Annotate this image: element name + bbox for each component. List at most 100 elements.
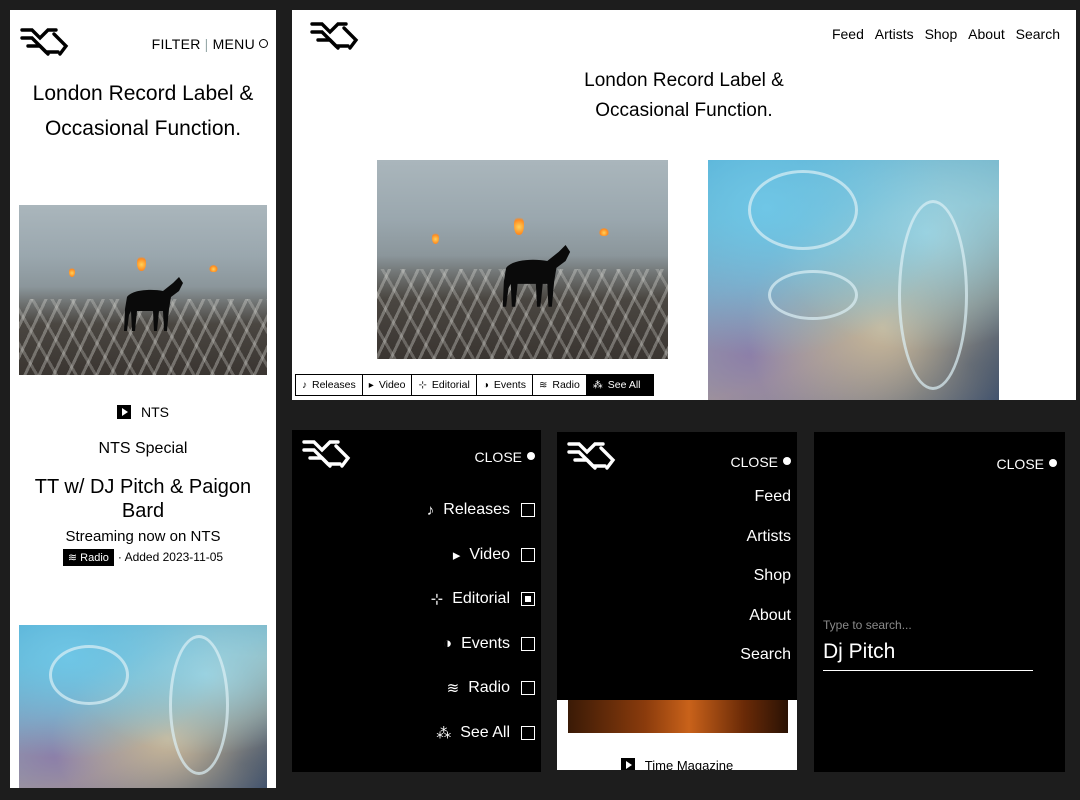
dot-icon xyxy=(783,457,791,465)
filter-label: Editorial xyxy=(452,590,510,608)
filter-see-all[interactable]: ⁂ See All xyxy=(427,711,535,756)
fire-detail xyxy=(599,228,609,236)
image-detail xyxy=(898,200,968,390)
menu-item-artists[interactable]: Artists xyxy=(740,528,791,568)
filter-button[interactable]: FILTER xyxy=(152,36,201,52)
fire-detail xyxy=(69,267,75,277)
search-placeholder-label: Type to search... xyxy=(823,618,912,632)
mobile-home-screen: FILTER | MENU London Record Label & Occasi… xyxy=(10,10,276,788)
filter-events[interactable]: ◑ Events xyxy=(427,622,535,667)
sparkle-icon: ⊹ xyxy=(430,591,444,609)
close-button[interactable]: CLOSE xyxy=(475,449,535,465)
close-label: CLOSE xyxy=(474,449,522,465)
filter-list: ♪ Releases ▸ Video ⊹ Editorial ◑ Events ≋ Rad… xyxy=(427,488,535,755)
post-image-horse[interactable] xyxy=(377,160,668,359)
tagline-line-2: Occasional Function. xyxy=(595,100,773,121)
menu-button[interactable]: MENU xyxy=(213,36,255,52)
post-image-horse[interactable] xyxy=(19,205,267,375)
filter-editorial[interactable]: ⊹ Editorial xyxy=(427,577,535,622)
dot-icon xyxy=(527,452,535,460)
fire-detail xyxy=(432,232,439,244)
post-image-painting[interactable] xyxy=(19,625,267,788)
search-form: Type to search... xyxy=(823,618,1033,671)
ring-icon xyxy=(259,39,268,48)
post-source-label: Time Magazine xyxy=(644,758,734,770)
category-video[interactable]: ▸ Video xyxy=(363,375,413,395)
radio-icon: ≋ xyxy=(67,552,78,564)
category-releases[interactable]: ♪ Releases xyxy=(296,375,363,395)
menu-item-feed[interactable]: Feed xyxy=(740,488,791,528)
desktop-home-screen: Feed Artists Shop About Search London Re… xyxy=(292,10,1076,400)
dot-icon xyxy=(1049,459,1057,467)
category-see-all[interactable]: ⁂ See All xyxy=(586,375,653,395)
category-filter-bar: ♪ Releases ▸ Video ⊹ Editorial ◑ Events ≋ Rad… xyxy=(295,374,654,396)
category-events[interactable]: ◑ Events xyxy=(477,375,533,395)
fire-detail xyxy=(514,215,524,235)
filter-label: See All xyxy=(460,723,510,741)
play-icon[interactable] xyxy=(117,405,131,419)
filter-radio[interactable]: ≋ Radio xyxy=(427,666,535,711)
label-logo[interactable] xyxy=(300,436,352,470)
filter-checkbox[interactable] xyxy=(521,681,535,696)
image-detail xyxy=(49,645,129,705)
menu-list: Feed Artists Shop About Search xyxy=(740,488,791,686)
filter-checkbox[interactable] xyxy=(521,725,535,740)
menu-item-shop[interactable]: Shop xyxy=(740,567,791,607)
main-nav: Feed Artists Shop About Search xyxy=(825,26,1060,42)
category-radio[interactable]: ≋ Radio xyxy=(533,375,587,395)
fire-detail xyxy=(209,265,218,272)
post-title[interactable]: TT w/ DJ Pitch & Paigon Bard xyxy=(24,475,262,523)
search-input[interactable] xyxy=(823,640,1033,671)
menu-drawer: CLOSE Feed Artists Shop About Search xyxy=(557,432,797,700)
nav-feed[interactable]: Feed xyxy=(832,26,864,42)
post-source-label: NTS xyxy=(141,404,169,420)
filter-checkbox-checked[interactable] xyxy=(521,592,535,607)
close-label: CLOSE xyxy=(730,454,778,470)
filter-label: Radio xyxy=(468,679,510,697)
radio-tag[interactable]: ≋ Radio xyxy=(62,549,114,566)
fire-detail xyxy=(137,255,146,271)
separator: | xyxy=(204,36,209,52)
category-label: Radio xyxy=(552,379,580,391)
filter-releases[interactable]: ♪ Releases xyxy=(427,488,535,533)
filter-checkbox[interactable] xyxy=(521,503,535,518)
filter-label: Events xyxy=(461,634,510,652)
half-circle-icon: ◑ xyxy=(443,635,453,653)
nav-about[interactable]: About xyxy=(968,26,1005,42)
background-post-image xyxy=(568,700,788,733)
search-overlay: CLOSE Type to search... xyxy=(814,432,1065,772)
filter-menu-toggle: FILTER | MENU xyxy=(152,36,268,52)
tagline-line-1: London Record Label & xyxy=(584,70,784,91)
menu-overlay: CLOSE Feed Artists Shop About Search Tim… xyxy=(557,432,797,770)
nav-search[interactable]: Search xyxy=(1016,26,1060,42)
image-detail xyxy=(169,635,229,775)
tagline-line-1: London Record Label & xyxy=(32,82,254,105)
nav-shop[interactable]: Shop xyxy=(925,26,958,42)
filter-checkbox[interactable] xyxy=(521,636,535,651)
nav-artists[interactable]: Artists xyxy=(875,26,914,42)
post-meta: ≋ Radio · Added 2023-11-05 xyxy=(10,549,276,566)
post-image-painting[interactable] xyxy=(708,160,999,400)
category-label: See All xyxy=(607,379,641,391)
category-label: Video xyxy=(378,379,406,391)
note-icon: ♪ xyxy=(426,501,435,519)
close-button[interactable]: CLOSE xyxy=(997,456,1057,472)
post-source[interactable]: NTS xyxy=(10,404,276,420)
tagline-line-2: Occasional Function. xyxy=(44,117,242,140)
horse-silhouette xyxy=(502,245,571,307)
label-logo[interactable] xyxy=(308,18,360,52)
category-editorial[interactable]: ⊹ Editorial xyxy=(412,375,477,395)
note-icon: ♪ xyxy=(302,379,307,391)
half-circle-icon: ◑ xyxy=(482,379,489,391)
filter-checkbox[interactable] xyxy=(521,547,535,562)
sparkle-icon: ⊹ xyxy=(418,379,427,391)
asterism-icon: ⁂ xyxy=(436,724,452,742)
filter-video[interactable]: ▸ Video xyxy=(427,533,535,578)
play-icon: ▸ xyxy=(452,546,461,564)
background-post-source: Time Magazine xyxy=(557,758,797,770)
menu-item-about[interactable]: About xyxy=(740,607,791,647)
menu-item-search[interactable]: Search xyxy=(740,646,791,686)
label-logo[interactable] xyxy=(565,438,617,472)
label-logo[interactable] xyxy=(18,24,70,58)
close-button[interactable]: CLOSE xyxy=(731,454,791,470)
